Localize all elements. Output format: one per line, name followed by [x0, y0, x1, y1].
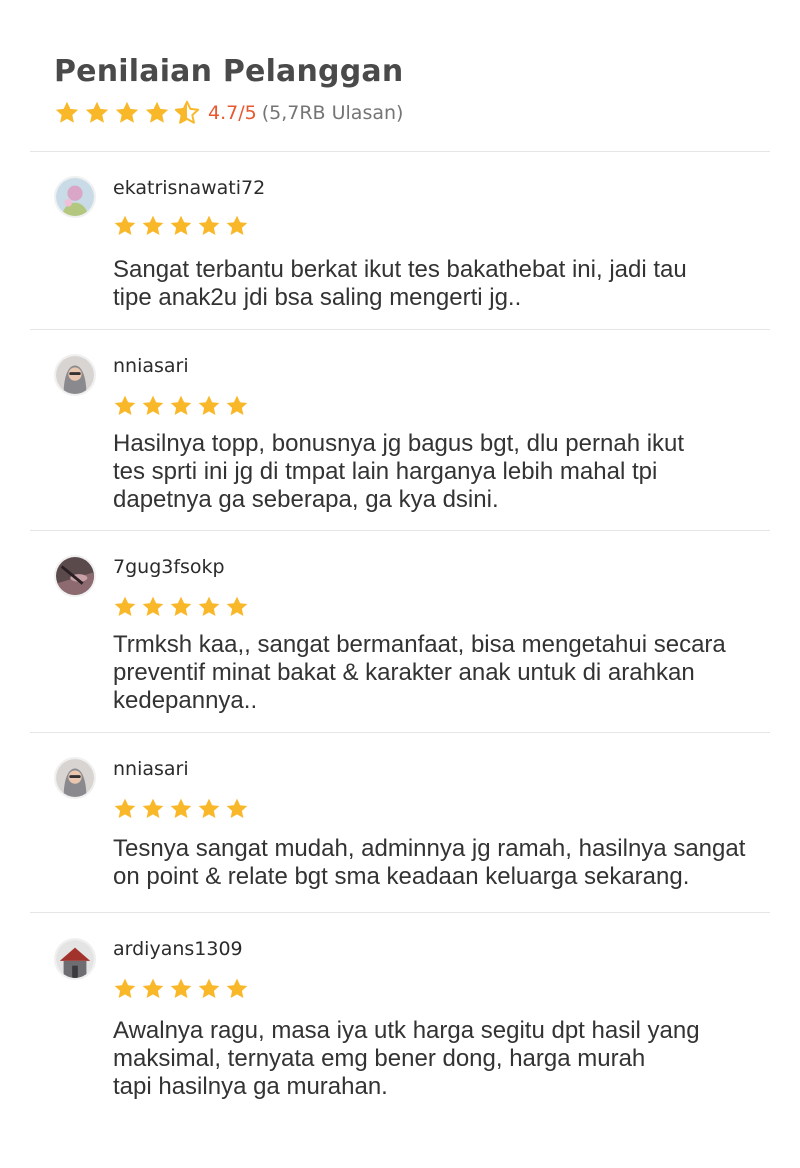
- star-icon: [169, 394, 193, 418]
- avatar[interactable]: [54, 354, 96, 396]
- review-username: ekatrisnawati72: [113, 177, 266, 199]
- star-icon: [197, 797, 221, 821]
- review-star-rating: [113, 595, 249, 619]
- divider: [30, 732, 770, 733]
- star-icon: [113, 214, 137, 238]
- review-star-rating: [113, 394, 249, 418]
- avatar[interactable]: [54, 757, 96, 799]
- star-icon: [197, 214, 221, 238]
- star-icon: [169, 977, 193, 1001]
- review-star-rating: [113, 214, 249, 238]
- avatar[interactable]: [54, 176, 96, 218]
- star-icon: [169, 214, 193, 238]
- review-username: 7gug3fsokp: [113, 556, 225, 578]
- divider: [30, 530, 770, 531]
- avatar[interactable]: [54, 555, 96, 597]
- avatar[interactable]: [54, 938, 96, 980]
- star-icon: [113, 394, 137, 418]
- review-star-rating: [113, 977, 249, 1001]
- review-item: ardiyans1309 Awalnya ragu, masa iya utk …: [30, 935, 770, 1105]
- star-icon: [144, 100, 170, 126]
- review-count: (5,7RB Ulasan): [261, 102, 404, 124]
- divider: [30, 151, 770, 152]
- star-icon: [197, 977, 221, 1001]
- review-star-rating: [113, 797, 249, 821]
- review-text: Sangat terbantu berkat ikut tes bakatheb…: [113, 256, 687, 311]
- star-icon: [113, 977, 137, 1001]
- review-text: Trmksh kaa,, sangat bermanfaat, bisa men…: [113, 631, 726, 714]
- star-icon: [84, 100, 110, 126]
- review-username: nniasari: [113, 355, 189, 377]
- star-icon: [197, 595, 221, 619]
- review-text: Awalnya ragu, masa iya utk harga segitu …: [113, 1017, 700, 1100]
- review-username: ardiyans1309: [113, 938, 243, 960]
- star-icon: [141, 797, 165, 821]
- review-item: nniasari Tesnya sangat mudah, adminnya j…: [30, 755, 770, 895]
- review-item: nniasari Hasilnya topp, bonusnya jg bagu…: [30, 352, 770, 513]
- star-icon: [113, 595, 137, 619]
- star-icon: [169, 595, 193, 619]
- review-text: Hasilnya topp, bonusnya jg bagus bgt, dl…: [113, 430, 685, 513]
- star-icon: [225, 595, 249, 619]
- star-icon: [169, 797, 193, 821]
- star-half-icon: [174, 100, 200, 126]
- star-icon: [225, 394, 249, 418]
- star-icon: [141, 595, 165, 619]
- divider: [30, 912, 770, 913]
- page-title: Penilaian Pelanggan: [54, 54, 404, 89]
- star-icon: [225, 977, 249, 1001]
- review-item: ekatrisnawati72 Sangat terbantu berkat i…: [30, 172, 770, 312]
- star-icon: [141, 977, 165, 1001]
- summary-star-rating: [54, 100, 200, 126]
- reviews-header: Penilaian Pelanggan 4.7/5 (5,7RB Ulasan): [54, 52, 770, 128]
- star-icon: [225, 797, 249, 821]
- star-icon: [141, 394, 165, 418]
- star-icon: [114, 100, 140, 126]
- review-item: 7gug3fsokp Trmksh kaa,, sangat bermanfaa…: [30, 553, 770, 714]
- star-icon: [197, 394, 221, 418]
- rating-summary: 4.7/5 (5,7RB Ulasan): [54, 98, 770, 128]
- review-username: nniasari: [113, 758, 189, 780]
- star-icon: [113, 797, 137, 821]
- divider: [30, 329, 770, 330]
- review-text: Tesnya sangat mudah, adminnya jg ramah, …: [113, 835, 746, 890]
- rating-value: 4.7/5: [208, 102, 257, 124]
- star-icon: [54, 100, 80, 126]
- star-icon: [141, 214, 165, 238]
- star-icon: [225, 214, 249, 238]
